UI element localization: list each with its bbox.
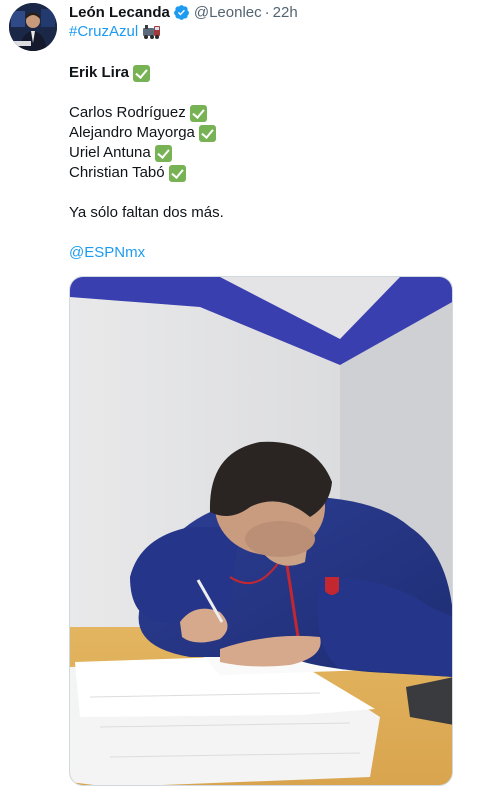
headline-line: Erik Lira xyxy=(69,63,151,83)
player-name: Christian Tabó xyxy=(69,164,165,181)
check-mark-icon xyxy=(189,104,207,122)
check-mark-icon xyxy=(168,164,186,182)
mention-line: @ESPNmx xyxy=(69,243,145,263)
author-handle[interactable]: @Leonlec xyxy=(194,4,262,21)
check-mark-icon xyxy=(133,64,151,82)
player-name: Alejandro Mayorga xyxy=(69,124,195,141)
player-line: Christian Tabó xyxy=(69,163,186,183)
tweet-header: León Lecanda @Leonlec · 22h xyxy=(69,2,298,22)
mention-link[interactable]: @ESPNmx xyxy=(69,243,145,263)
author-name[interactable]: León Lecanda xyxy=(69,4,170,21)
separator-dot: · xyxy=(264,3,270,21)
player-line: Alejandro Mayorga xyxy=(69,123,216,143)
photo-player-signing xyxy=(70,277,452,785)
player-name: Uriel Antuna xyxy=(69,144,151,161)
avatar-image xyxy=(9,3,57,51)
closing-text: Ya sólo faltan dos más. xyxy=(69,204,224,221)
train-emoji-icon xyxy=(143,24,161,39)
player-line: Uriel Antuna xyxy=(69,143,172,163)
tweet-timestamp[interactable]: 22h xyxy=(273,4,298,21)
author-avatar[interactable] xyxy=(9,3,57,51)
verified-badge-icon xyxy=(173,4,189,20)
player-name: Carlos Rodríguez xyxy=(69,104,186,121)
check-mark-icon xyxy=(154,144,172,162)
closing-line: Ya sólo faltan dos más. xyxy=(69,203,224,223)
check-mark-icon xyxy=(198,124,216,142)
tweet-media-image[interactable] xyxy=(69,276,453,786)
player-line: Carlos Rodríguez xyxy=(69,103,207,123)
headline-text: Erik Lira xyxy=(69,64,130,81)
hashtag-link[interactable]: #CruzAzul xyxy=(69,23,138,40)
hashtag-line: #CruzAzul xyxy=(69,23,162,40)
